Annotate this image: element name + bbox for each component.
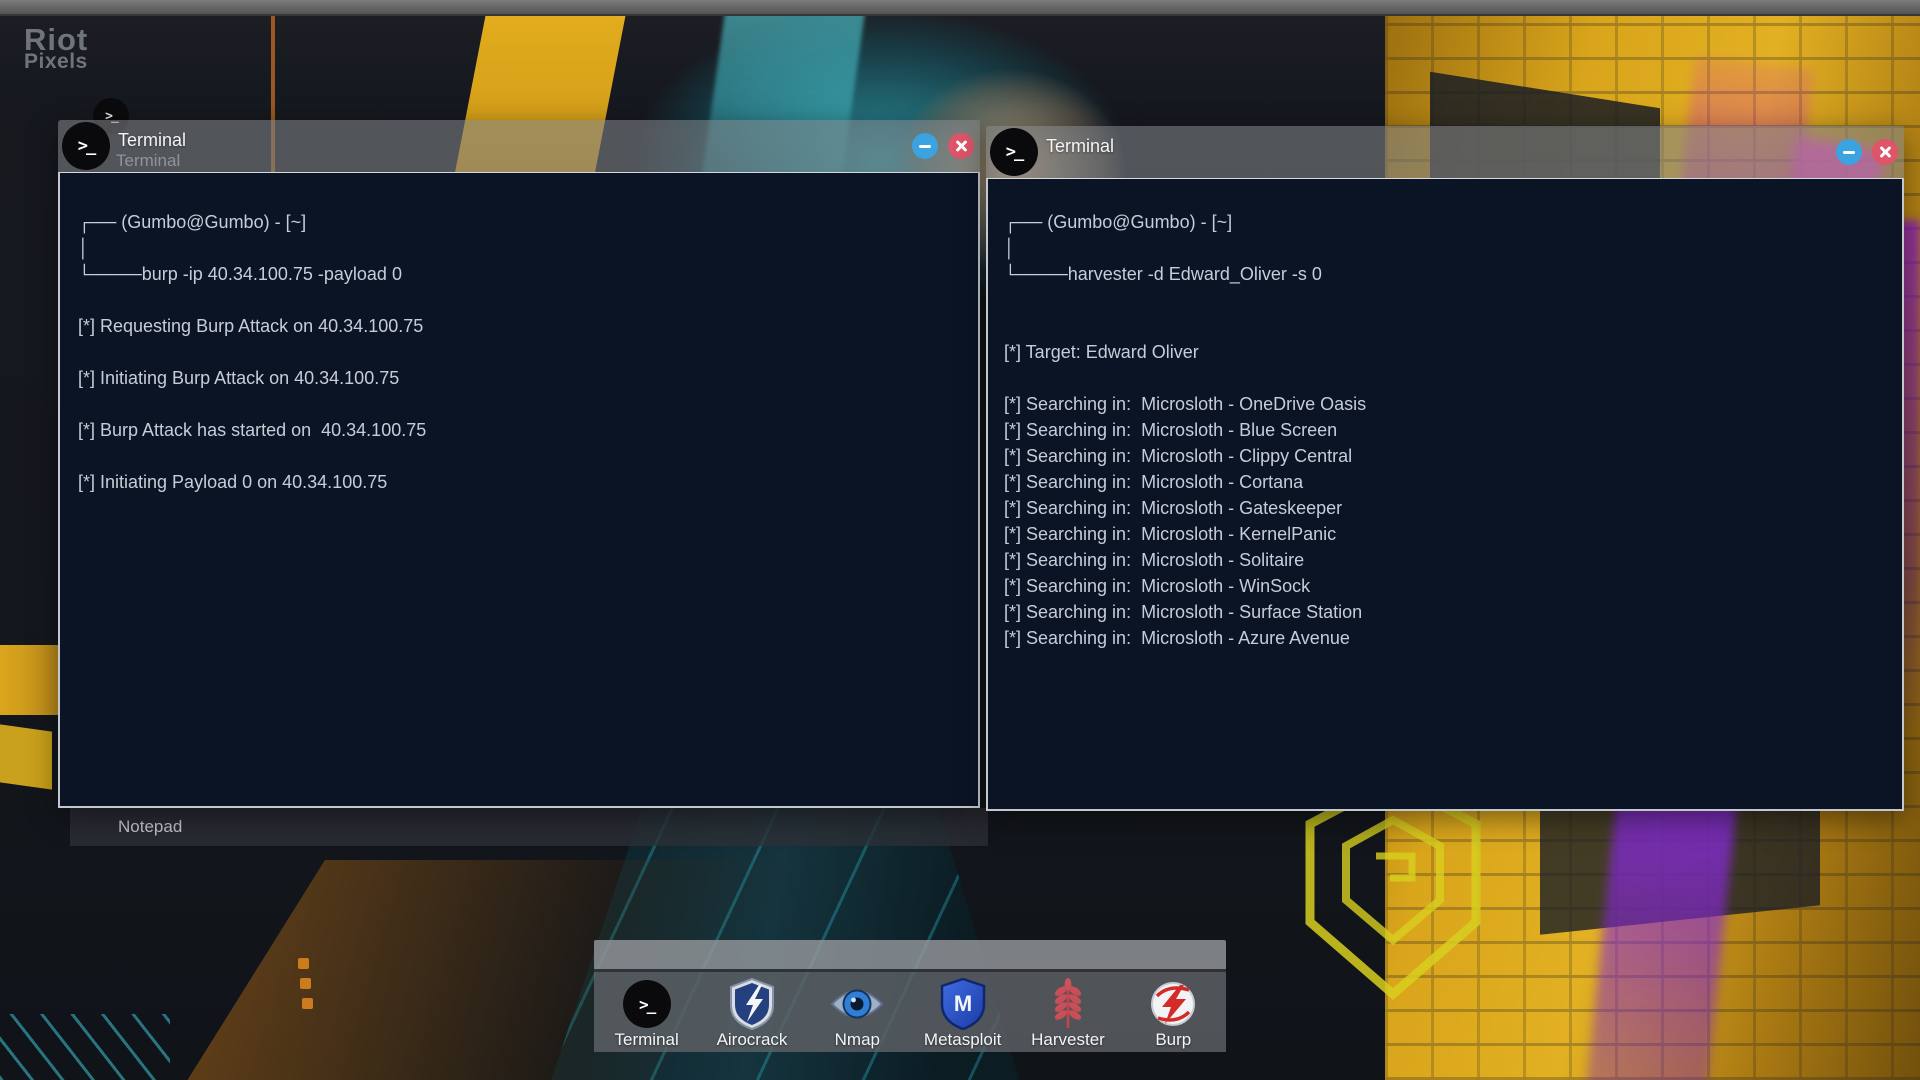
burp-bolt-icon <box>1149 980 1197 1028</box>
watermark-text: Pixels <box>24 51 88 72</box>
harvester-wheat-icon <box>1051 978 1085 1030</box>
metasploit-shield-icon: M <box>940 978 986 1030</box>
minimize-icon <box>1843 151 1855 154</box>
riot-pixels-watermark: Riot Pixels <box>24 24 88 72</box>
wallpaper-yellow-block <box>0 724 52 789</box>
dock: >_ Terminal Airocrack <box>594 940 1226 1052</box>
terminal-output-text: ┌── (Gumbo@Gumbo) - [~] │ └────burp -ip … <box>60 173 978 495</box>
close-button[interactable] <box>948 133 974 159</box>
dock-item-nmap[interactable]: Nmap <box>805 972 910 1052</box>
ghost-window-title: Terminal <box>116 151 180 171</box>
window-title: Terminal <box>1046 136 1114 157</box>
terminal-window-right: >_ Terminal ┌── (Gumbo@Gumbo) - [~] │ └─… <box>986 126 1904 811</box>
minimize-button[interactable] <box>912 133 938 159</box>
dock-item-label: Nmap <box>835 1030 880 1050</box>
dock-item-label: Airocrack <box>717 1030 788 1050</box>
dock-item-terminal[interactable]: >_ Terminal <box>594 972 699 1052</box>
dock-item-label: Metasploit <box>924 1030 1001 1050</box>
dock-body: >_ Terminal Airocrack <box>594 972 1226 1052</box>
dock-item-airocrack[interactable]: Airocrack <box>699 972 804 1052</box>
left-terminal-titlebar[interactable]: >_ Terminal Terminal <box>58 120 980 172</box>
close-icon <box>954 139 968 153</box>
terminal-window-left: >_ Terminal Terminal ┌── (Gumbo@Gumbo) -… <box>58 120 980 808</box>
desktop: Riot Pixels >_ Notepad >_ Terminal Termi… <box>0 0 1920 1080</box>
wallpaper-cyan-lines <box>0 1014 170 1080</box>
terminal-icon: >_ <box>623 980 671 1028</box>
dock-item-metasploit[interactable]: M Metasploit <box>910 972 1015 1052</box>
terminal-icon: >_ <box>62 122 110 170</box>
right-terminal-output[interactable]: ┌── (Gumbo@Gumbo) - [~] │ └────harvester… <box>986 178 1904 811</box>
dock-item-harvester[interactable]: Harvester <box>1015 972 1120 1052</box>
dock-item-burp[interactable]: Burp <box>1121 972 1226 1052</box>
right-terminal-titlebar[interactable]: >_ Terminal <box>986 126 1904 178</box>
window-title: Terminal <box>118 130 186 151</box>
airocrack-shield-icon <box>729 978 775 1030</box>
minimize-icon <box>919 145 931 148</box>
terminal-output-text: ┌── (Gumbo@Gumbo) - [~] │ └────harvester… <box>988 179 1902 651</box>
dock-item-label: Burp <box>1155 1030 1191 1050</box>
minimize-button[interactable] <box>1836 139 1862 165</box>
dock-item-label: Harvester <box>1031 1030 1105 1050</box>
top-bar <box>0 0 1920 16</box>
close-button[interactable] <box>1872 139 1898 165</box>
close-icon <box>1878 145 1892 159</box>
svg-text:M: M <box>953 991 971 1016</box>
dock-item-label: Terminal <box>615 1030 679 1050</box>
dock-handle-bar[interactable] <box>594 940 1226 972</box>
left-terminal-output[interactable]: ┌── (Gumbo@Gumbo) - [~] │ └────burp -ip … <box>58 172 980 808</box>
terminal-icon: >_ <box>990 128 1038 176</box>
nmap-eye-icon <box>829 985 885 1023</box>
notepad-window-title: Notepad <box>118 817 182 837</box>
notepad-window-titlebar[interactable]: Notepad <box>70 808 988 846</box>
